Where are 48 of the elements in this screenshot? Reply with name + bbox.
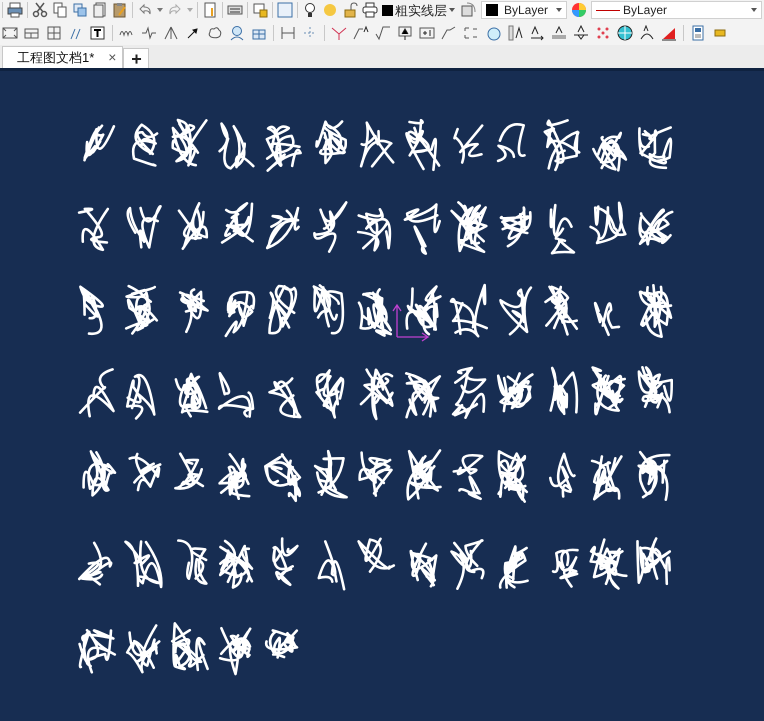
scissors-icon[interactable] [32,2,48,18]
lightbulb-icon[interactable] [302,2,318,18]
coordinate-axes-icon [392,304,430,342]
rectangle-icon[interactable] [2,24,18,40]
linetype-dropdown[interactable]: ByLayer [591,1,762,19]
layer-dropdown[interactable]: 粗实线层 [382,1,457,19]
document-icon[interactable] [92,2,108,18]
drawing-canvas[interactable] [0,68,764,721]
properties-icon[interactable] [690,24,706,40]
arc-text-icon[interactable] [639,24,655,40]
break-line-icon[interactable] [141,24,157,40]
text-baseline-icon[interactable] [551,24,567,40]
cloud-icon[interactable] [207,24,223,40]
text-frame-icon[interactable] [397,24,413,40]
caret-icon [751,8,757,12]
layers-icon[interactable] [252,2,268,18]
leader-icon[interactable] [353,24,369,40]
new-tab-button[interactable]: + [123,48,150,68]
copy-icon[interactable] [72,2,88,18]
number-frame-icon[interactable] [419,24,435,40]
copy-icon[interactable] [52,2,68,18]
angle-lines-icon[interactable] [163,24,179,40]
dots-pattern-icon[interactable] [595,24,611,40]
text-box-icon[interactable] [90,24,106,40]
text-underline-icon[interactable] [573,24,589,40]
grid-icon[interactable] [46,24,62,40]
color-swatch-icon [382,4,393,16]
color-wheel-icon[interactable] [571,2,587,18]
close-tab-button[interactable]: × [108,47,116,68]
text-arrow-icon[interactable] [529,24,545,40]
text-align-icon[interactable] [463,24,479,40]
polyline-icon[interactable] [441,24,457,40]
document-tab[interactable]: 工程图文档1* × [2,46,124,68]
document-icon[interactable] [202,2,218,18]
circle-text-icon[interactable] [485,24,501,40]
column-text-icon[interactable] [507,24,523,40]
padlock-icon[interactable] [342,2,358,18]
caret-icon [556,8,562,12]
layer-properties-icon[interactable] [461,2,477,18]
quadrant-circle-icon[interactable] [617,24,633,40]
check-root-icon[interactable] [375,24,391,40]
color-swatch-icon [486,4,498,16]
caret-icon[interactable] [157,8,163,12]
dimension-icon[interactable] [280,24,296,40]
color-dropdown[interactable]: ByLayer [481,1,567,19]
clipboard-icon[interactable] [112,2,128,18]
intersect-lines-icon[interactable] [331,24,347,40]
caret-icon [449,8,455,12]
